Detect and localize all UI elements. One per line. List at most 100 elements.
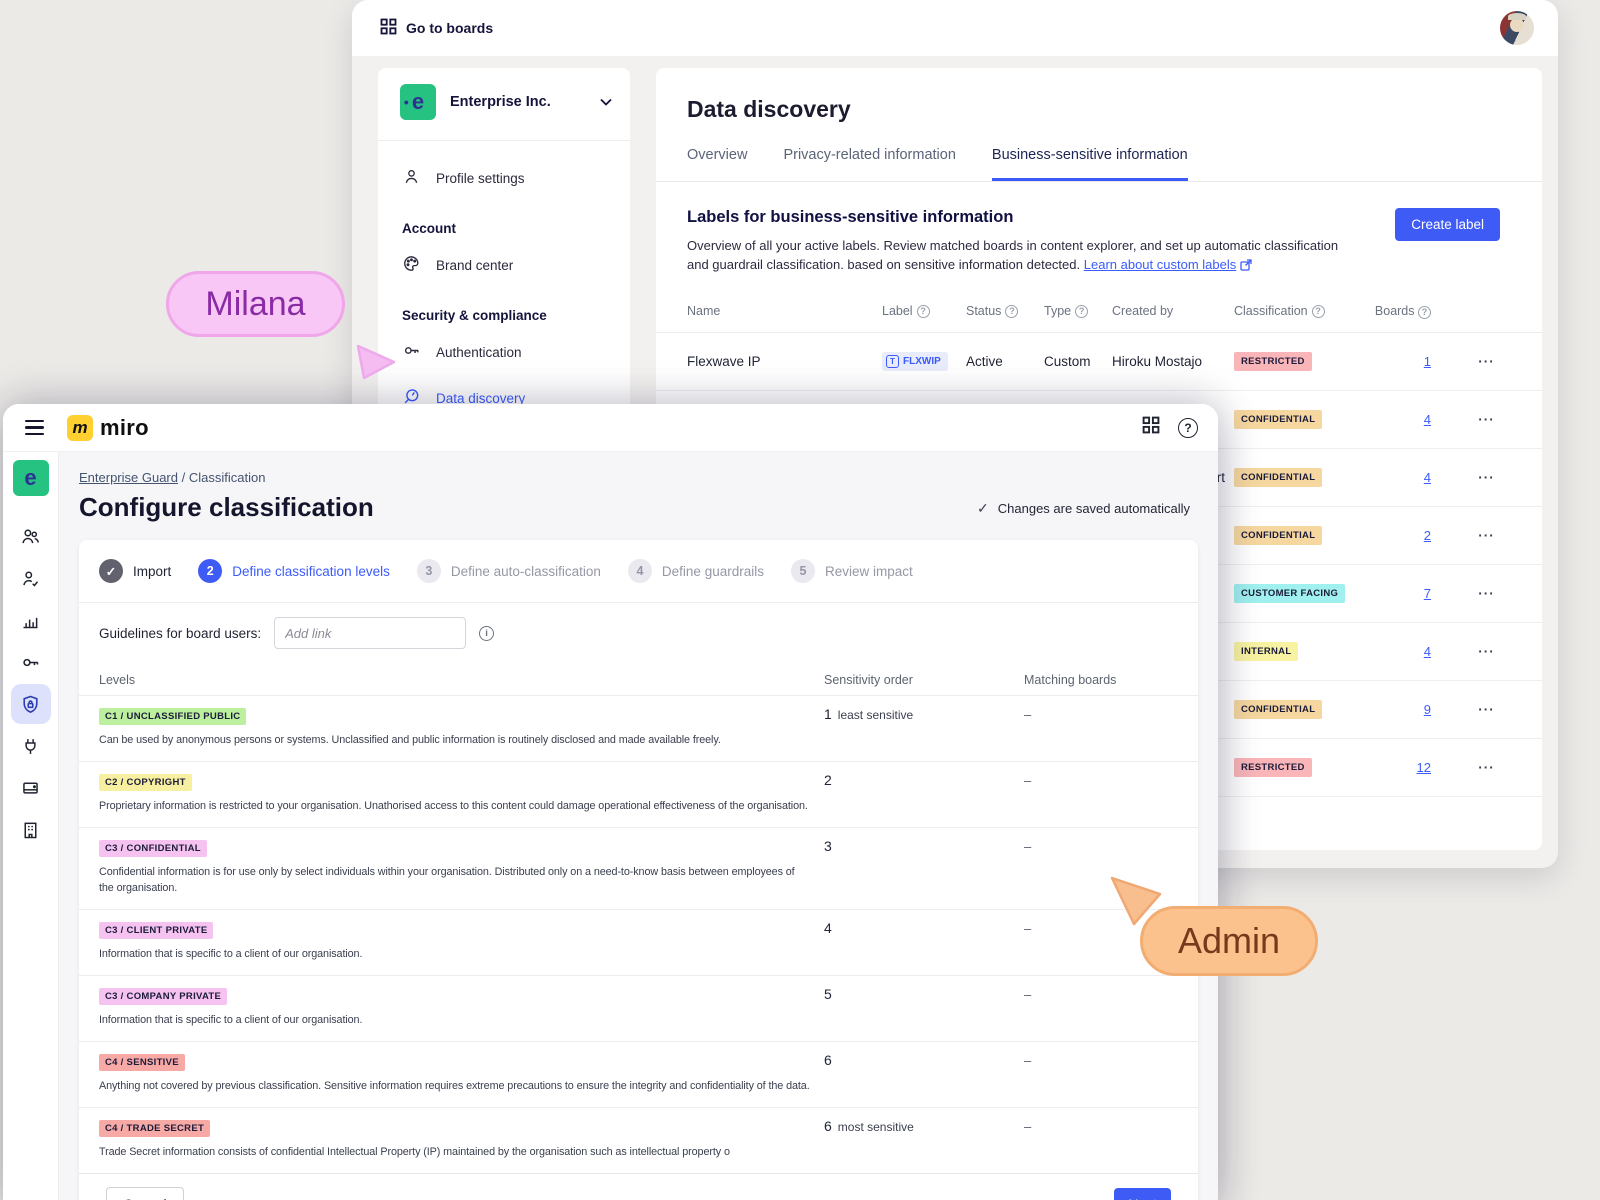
classification-card: ✓ Import 2 Define classification levels … xyxy=(79,540,1198,1200)
person-icon xyxy=(402,167,421,189)
section-description: Overview of all your active labels. Revi… xyxy=(687,236,1338,276)
row-more-button[interactable]: ··· xyxy=(1431,586,1542,601)
boards-count-link[interactable]: 12 xyxy=(1417,760,1431,775)
rail-plug-icon[interactable] xyxy=(11,726,51,766)
step-review-impact[interactable]: 5 Review impact xyxy=(791,559,913,583)
boards-count-link[interactable]: 2 xyxy=(1424,528,1431,543)
boards-count-link[interactable]: 4 xyxy=(1424,470,1431,485)
breadcrumb-enterprise-guard[interactable]: Enterprise Guard xyxy=(79,470,178,485)
miro-logo[interactable]: m miro xyxy=(67,415,149,441)
next-button[interactable]: Next xyxy=(1114,1188,1171,1200)
classification-badge: CONFIDENTIAL xyxy=(1234,468,1322,487)
create-label-button[interactable]: Create label xyxy=(1395,208,1500,241)
tab-privacy-related[interactable]: Privacy-related information xyxy=(783,147,955,181)
sidebar-item-authentication[interactable]: Authentication xyxy=(378,329,630,375)
sidebar-item-label: Profile settings xyxy=(436,171,525,186)
rail-user-check-icon[interactable] xyxy=(11,558,51,598)
screen: Go to boards e Enterprise Inc. Profile s… xyxy=(0,0,1600,1200)
org-switcher[interactable]: e Enterprise Inc. xyxy=(378,68,630,141)
level-description: Can be used by anonymous persons or syst… xyxy=(99,732,821,748)
enterprise-logo: e xyxy=(400,84,436,120)
learn-custom-labels-link[interactable]: Learn about custom labels xyxy=(1084,257,1236,272)
rail-users-icon[interactable] xyxy=(11,516,51,556)
row-more-button[interactable]: ··· xyxy=(1431,644,1542,659)
help-icon[interactable]: ? xyxy=(1075,305,1088,318)
step-define-levels[interactable]: 2 Define classification levels xyxy=(198,559,390,583)
sidebar-section-security: Security & compliance xyxy=(378,288,630,329)
level-row: C4 / TRADE SECRET Trade Secret informati… xyxy=(79,1107,1198,1173)
autosave-status: ✓ Changes are saved automatically xyxy=(977,500,1190,517)
page-title: Data discovery xyxy=(656,68,1542,123)
help-icon[interactable]: ? xyxy=(1005,305,1018,318)
level-row: C3 / CONFIDENTIAL Confidential informati… xyxy=(79,827,1198,909)
help-icon[interactable]: ? xyxy=(1418,306,1431,319)
row-more-button[interactable]: ··· xyxy=(1431,702,1542,717)
row-more-button[interactable]: ··· xyxy=(1431,760,1542,775)
row-more-button[interactable]: ··· xyxy=(1431,412,1542,427)
classification-badge: RESTRICTED xyxy=(1234,352,1312,371)
go-to-boards-button[interactable]: Go to boards xyxy=(380,18,493,38)
rail-shield-lock-icon[interactable] xyxy=(11,684,51,724)
milana-cursor-icon xyxy=(350,338,398,382)
admin-topbar: Go to boards xyxy=(352,0,1558,56)
boards-grid-icon xyxy=(380,18,397,38)
level-badge: C3 / CONFIDENTIAL xyxy=(99,840,207,857)
wizard-stepper: ✓ Import 2 Define classification levels … xyxy=(79,540,1198,603)
sidebar-item-brand-center[interactable]: Brand center xyxy=(378,242,630,288)
go-to-boards-label: Go to boards xyxy=(406,20,493,36)
level-row: C4 / SENSITIVE Anything not covered by p… xyxy=(79,1041,1198,1107)
boards-count-link[interactable]: 9 xyxy=(1424,702,1431,717)
level-description: Trade Secret information consists of con… xyxy=(99,1144,821,1160)
levels-table-header: Levels Sensitivity order Matching boards xyxy=(79,664,1198,695)
level-badge: C2 / COPYRIGHT xyxy=(99,774,192,791)
help-icon[interactable]: ? xyxy=(917,305,930,318)
row-more-button[interactable]: ··· xyxy=(1431,354,1542,369)
user-avatar[interactable] xyxy=(1500,11,1534,45)
miro-classification-window: m miro ? e xyxy=(3,404,1218,1200)
tab-overview[interactable]: Overview xyxy=(687,147,747,181)
classification-badge: CONFIDENTIAL xyxy=(1234,410,1322,429)
boards-count-link[interactable]: 4 xyxy=(1424,412,1431,427)
sidebar-item-profile-settings[interactable]: Profile settings xyxy=(378,155,630,201)
classification-badge: CONFIDENTIAL xyxy=(1234,700,1322,719)
rail-key-icon[interactable] xyxy=(11,642,51,682)
help-icon[interactable]: ? xyxy=(1312,305,1325,318)
row-more-button[interactable]: ··· xyxy=(1431,528,1542,543)
level-badge: C1 / UNCLASSIFIED PUBLIC xyxy=(99,708,246,725)
tab-bar: Overview Privacy-related information Bus… xyxy=(656,147,1542,182)
step-auto-classification[interactable]: 3 Define auto-classification xyxy=(417,559,601,583)
boards-count-link[interactable]: 1 xyxy=(1424,354,1431,369)
level-badge: C4 / TRADE SECRET xyxy=(99,1120,210,1137)
row-more-button[interactable]: ··· xyxy=(1431,470,1542,485)
sidebar-section-account: Account xyxy=(378,201,630,242)
level-description: Information that is specific to a client… xyxy=(99,1012,821,1028)
chevron-down-icon xyxy=(600,93,612,111)
guidelines-link-input[interactable] xyxy=(274,617,466,649)
label-badge: TFLXWIP xyxy=(882,352,948,371)
tab-business-sensitive[interactable]: Business-sensitive information xyxy=(992,147,1188,181)
level-row: C2 / COPYRIGHT Proprietary information i… xyxy=(79,761,1198,827)
step-guardrails[interactable]: 4 Define guardrails xyxy=(628,559,764,583)
section-heading: Labels for business-sensitive informatio… xyxy=(687,208,1338,227)
apps-grid-icon[interactable] xyxy=(1142,416,1160,439)
level-description: Anything not covered by previous classif… xyxy=(99,1078,821,1094)
wizard-footer: Cancel Next xyxy=(79,1173,1198,1200)
miro-left-rail: e xyxy=(3,452,59,1200)
info-icon[interactable]: i xyxy=(479,626,494,641)
level-description: Information that is specific to a client… xyxy=(99,946,821,962)
cancel-button[interactable]: Cancel xyxy=(106,1187,184,1200)
guidelines-label: Guidelines for board users: xyxy=(99,626,261,641)
step-import[interactable]: ✓ Import xyxy=(99,559,171,583)
rail-chart-icon[interactable] xyxy=(11,600,51,640)
enterprise-logo[interactable]: e xyxy=(13,460,49,496)
level-row: C3 / CLIENT PRIVATE Information that is … xyxy=(79,909,1198,975)
miro-logo-icon: m xyxy=(67,415,93,441)
boards-count-link[interactable]: 7 xyxy=(1424,586,1431,601)
hamburger-menu-icon[interactable] xyxy=(21,416,48,439)
help-icon[interactable]: ? xyxy=(1178,418,1198,438)
sidebar-item-label: Brand center xyxy=(436,258,513,273)
rail-device-icon[interactable] xyxy=(11,768,51,808)
rail-building-icon[interactable] xyxy=(11,810,51,850)
boards-count-link[interactable]: 4 xyxy=(1424,644,1431,659)
sidebar-item-label: Authentication xyxy=(436,345,522,360)
